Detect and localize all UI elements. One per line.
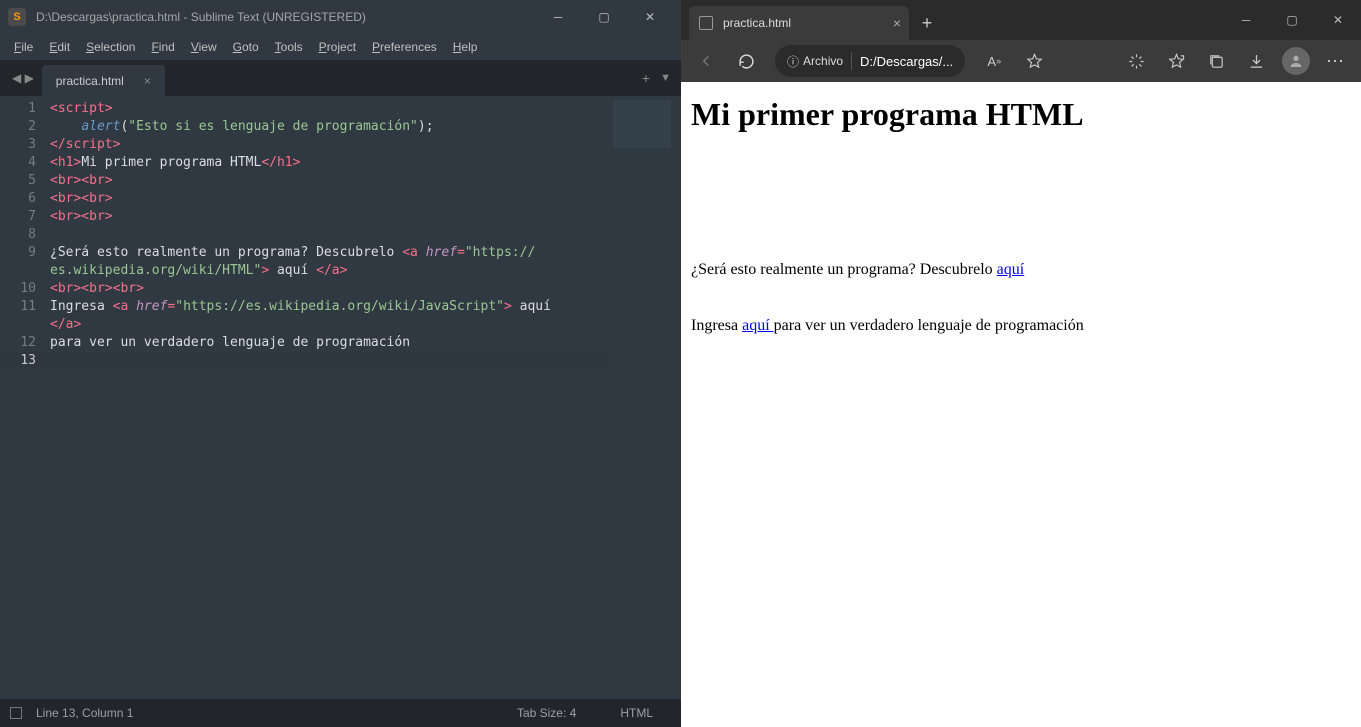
- sublime-logo-icon: S: [8, 8, 26, 26]
- line-number[interactable]: 11: [0, 298, 50, 316]
- edge-window: practica.html × + ─ ▢ ✕ ⓘ Archivo D:/Des…: [681, 0, 1361, 727]
- status-cursor-pos[interactable]: Line 13, Column 1: [36, 706, 133, 720]
- code-editor[interactable]: <script> alert("Esto si es lenguaje de p…: [50, 96, 609, 699]
- line-number[interactable]: 1: [0, 100, 50, 118]
- code-line[interactable]: ¿Será esto realmente un programa? Descub…: [50, 244, 609, 262]
- maximize-button[interactable]: ▢: [1269, 0, 1315, 40]
- line-number[interactable]: 7: [0, 208, 50, 226]
- status-panel-icon[interactable]: [10, 707, 22, 719]
- line-number[interactable]: 4: [0, 154, 50, 172]
- status-tabsize[interactable]: Tab Size: 4: [517, 706, 576, 720]
- link-html-wiki[interactable]: aquí: [997, 261, 1025, 278]
- new-tab-button[interactable]: +: [642, 70, 650, 86]
- code-line[interactable]: para ver un verdadero lenguaje de progra…: [50, 334, 609, 352]
- code-line[interactable]: </script>: [50, 136, 609, 154]
- line-number[interactable]: 2: [0, 118, 50, 136]
- browser-toolbar: ⓘ Archivo D:/Descargas/... A» ⋯: [681, 40, 1361, 82]
- tab-overflow-button[interactable]: ▼: [660, 72, 671, 84]
- back-button[interactable]: [689, 45, 723, 77]
- code-line[interactable]: [50, 226, 609, 244]
- line-number[interactable]: 3: [0, 136, 50, 154]
- code-line[interactable]: alert("Esto si es lenguaje de programaci…: [50, 118, 609, 136]
- code-line[interactable]: <script>: [50, 100, 609, 118]
- close-button[interactable]: ✕: [1315, 0, 1361, 40]
- minimize-button[interactable]: ─: [535, 0, 581, 34]
- tab-close-icon[interactable]: ×: [893, 15, 901, 31]
- profile-avatar[interactable]: [1279, 45, 1313, 77]
- page-h1: Mi primer programa HTML: [691, 96, 1351, 133]
- sublime-tabbar: ◀ ▶ practica.html × + ▼: [0, 60, 681, 96]
- favorite-icon[interactable]: [1017, 45, 1051, 77]
- edge-titlebar: practica.html × + ─ ▢ ✕: [681, 0, 1361, 40]
- menu-goto[interactable]: Goto: [225, 36, 267, 58]
- menu-selection[interactable]: Selection: [78, 36, 143, 58]
- line-number[interactable]: 5: [0, 172, 50, 190]
- menu-file[interactable]: File: [6, 36, 41, 58]
- address-bar[interactable]: ⓘ Archivo D:/Descargas/...: [775, 45, 965, 77]
- code-line[interactable]: <br><br>: [50, 190, 609, 208]
- line-number[interactable]: [0, 316, 50, 334]
- code-line[interactable]: <br><br><br>: [50, 280, 609, 298]
- file-tab-label: practica.html: [56, 74, 124, 88]
- maximize-button[interactable]: ▢: [581, 0, 627, 34]
- page-paragraph-2: Ingresa aquí para ver un verdadero lengu…: [691, 317, 1351, 335]
- status-bar: Line 13, Column 1 Tab Size: 4 HTML: [0, 699, 681, 727]
- menu-tools[interactable]: Tools: [267, 36, 311, 58]
- code-line[interactable]: </a>: [50, 316, 609, 334]
- read-aloud-icon[interactable]: A»: [977, 45, 1011, 77]
- line-number[interactable]: 13: [0, 352, 50, 370]
- browser-tab[interactable]: practica.html ×: [689, 6, 909, 40]
- minimap[interactable]: [609, 96, 681, 699]
- more-menu-icon[interactable]: ⋯: [1319, 45, 1353, 77]
- minimap-content: [613, 100, 671, 148]
- rendered-page: Mi primer programa HTML ¿Será esto realm…: [681, 82, 1361, 727]
- url-text: D:/Descargas/...: [860, 54, 953, 69]
- status-syntax[interactable]: HTML: [620, 706, 653, 720]
- code-line[interactable]: <h1>Mi primer programa HTML</h1>: [50, 154, 609, 172]
- line-number[interactable]: 6: [0, 190, 50, 208]
- line-number[interactable]: 12: [0, 334, 50, 352]
- menu-find[interactable]: Find: [143, 36, 182, 58]
- code-line[interactable]: <br><br>: [50, 172, 609, 190]
- close-button[interactable]: ✕: [627, 0, 673, 34]
- line-number[interactable]: 8: [0, 226, 50, 244]
- tab-history-arrows[interactable]: ◀ ▶: [4, 60, 42, 96]
- menu-edit[interactable]: Edit: [41, 36, 78, 58]
- refresh-button[interactable]: [729, 45, 763, 77]
- site-identity-icon[interactable]: ⓘ Archivo: [787, 53, 843, 70]
- menu-help[interactable]: Help: [445, 36, 486, 58]
- editor-body: 12345678910111213 <script> alert("Esto s…: [0, 96, 681, 699]
- file-tab[interactable]: practica.html ×: [42, 65, 165, 96]
- menu-preferences[interactable]: Preferences: [364, 36, 445, 58]
- sublime-window: S D:\Descargas\practica.html - Sublime T…: [0, 0, 681, 727]
- page-icon: [699, 16, 713, 30]
- tab-close-icon[interactable]: ×: [144, 74, 151, 88]
- extensions-icon[interactable]: [1119, 45, 1153, 77]
- code-line[interactable]: es.wikipedia.org/wiki/HTML"> aquí </a>: [50, 262, 609, 280]
- menu-view[interactable]: View: [183, 36, 225, 58]
- menu-project[interactable]: Project: [311, 36, 364, 58]
- favorites-bar-icon[interactable]: [1159, 45, 1193, 77]
- code-line[interactable]: [50, 352, 609, 370]
- sublime-title: D:\Descargas\practica.html - Sublime Tex…: [36, 10, 535, 24]
- minimize-button[interactable]: ─: [1223, 0, 1269, 40]
- sublime-menubar: FileEditSelectionFindViewGotoToolsProjec…: [0, 34, 681, 60]
- line-number[interactable]: 10: [0, 280, 50, 298]
- link-js-wiki[interactable]: aquí: [742, 317, 774, 334]
- line-gutter[interactable]: 12345678910111213: [0, 96, 50, 699]
- downloads-icon[interactable]: [1239, 45, 1273, 77]
- collections-icon[interactable]: [1199, 45, 1233, 77]
- code-line[interactable]: <br><br>: [50, 208, 609, 226]
- browser-tab-title: practica.html: [723, 16, 791, 30]
- code-line[interactable]: Ingresa <a href="https://es.wikipedia.or…: [50, 298, 609, 316]
- line-number[interactable]: 9: [0, 244, 50, 262]
- sublime-titlebar[interactable]: S D:\Descargas\practica.html - Sublime T…: [0, 0, 681, 34]
- page-paragraph-1: ¿Será esto realmente un programa? Descub…: [691, 261, 1351, 279]
- new-tab-button[interactable]: +: [909, 6, 945, 40]
- line-number[interactable]: [0, 262, 50, 280]
